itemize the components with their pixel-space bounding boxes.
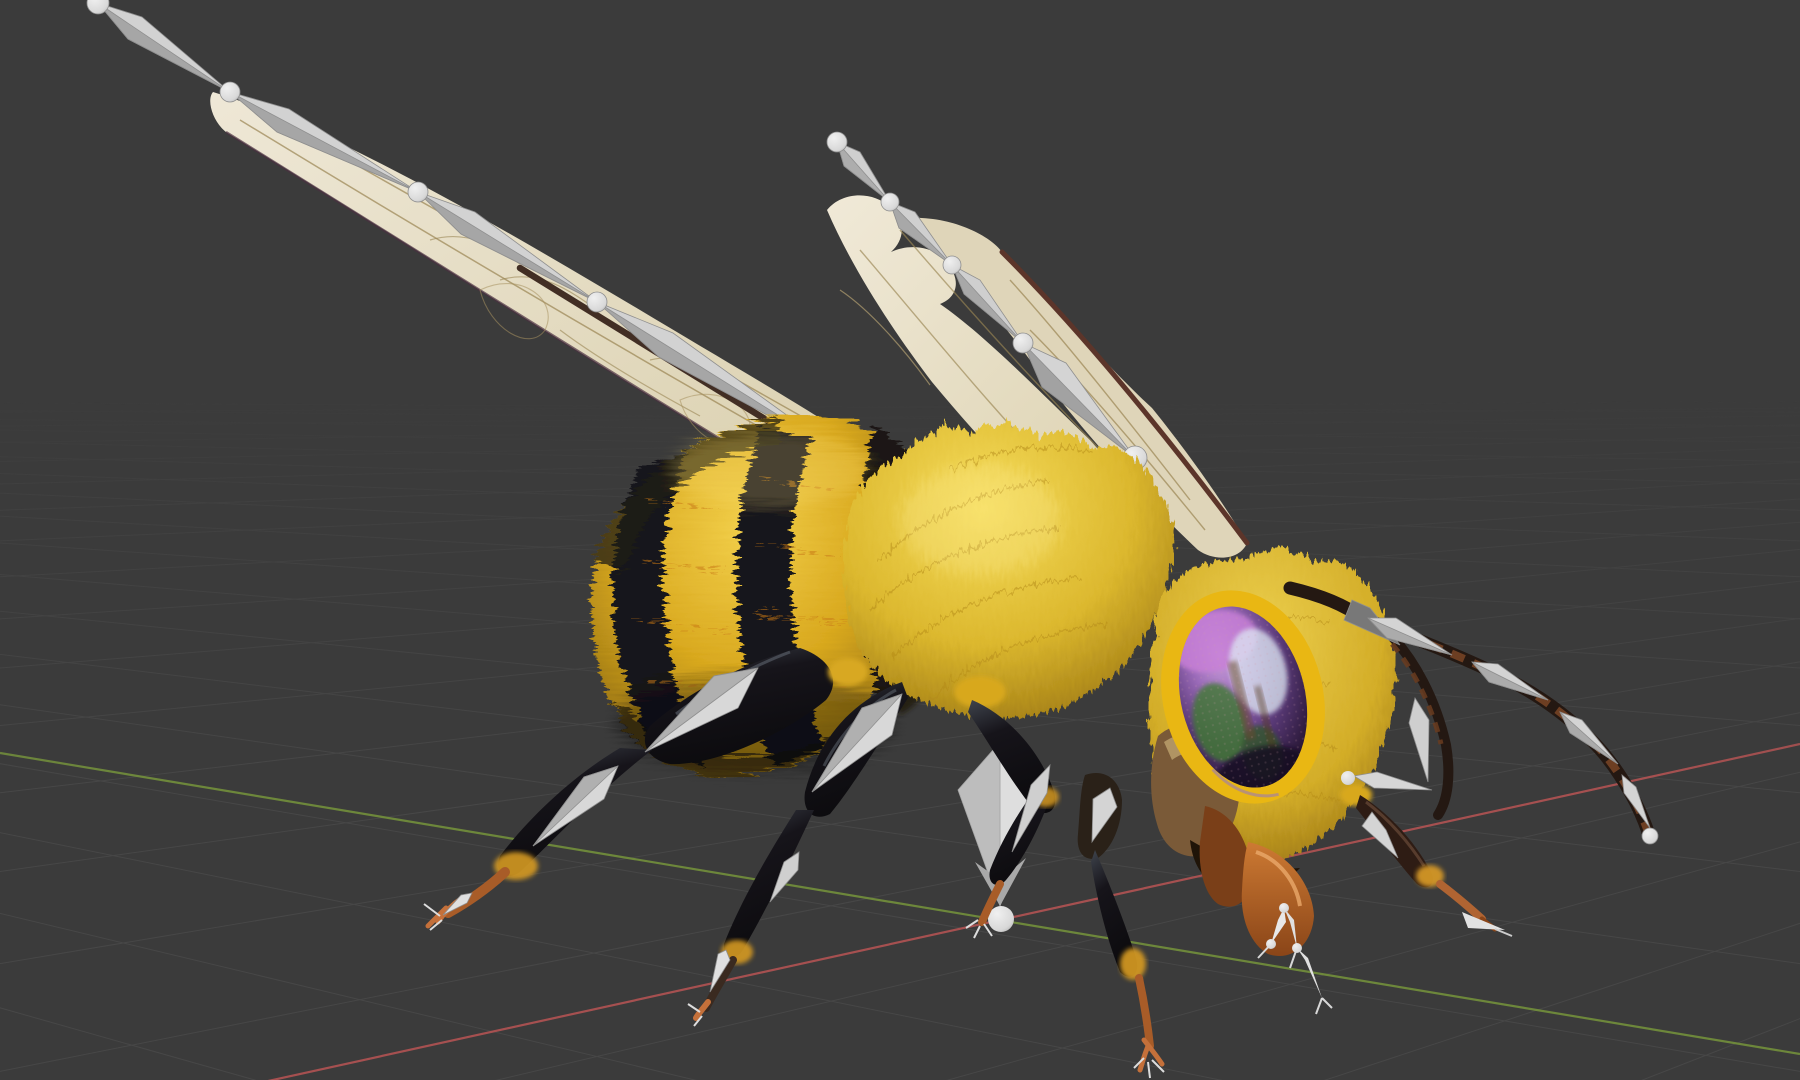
blender-3d-viewport[interactable] [0, 0, 1800, 1080]
root-bone-ball[interactable] [988, 906, 1014, 932]
viewport-canvas[interactable] [0, 0, 1800, 1080]
bone-joint-ball[interactable] [826, 131, 848, 153]
antenna-tip-ball[interactable] [1641, 827, 1659, 845]
